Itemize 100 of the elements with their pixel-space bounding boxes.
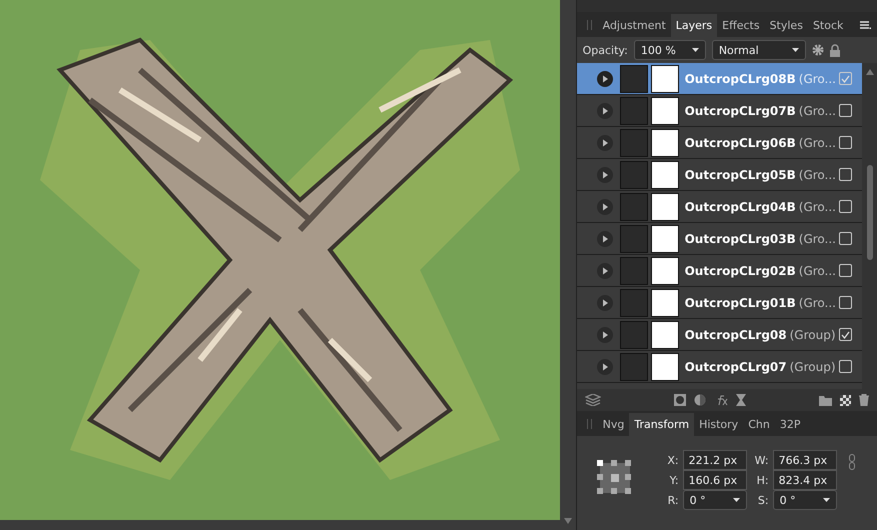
visibility-checkbox[interactable] — [839, 168, 852, 181]
layer-type: (Gro... — [798, 200, 836, 214]
layer-row[interactable]: OutcropCLrg01B (Gro... — [576, 287, 862, 319]
layer-name: OutcropCLrg08 — [684, 328, 787, 342]
layer-row[interactable]: OutcropCLrg04B (Gro... — [576, 191, 862, 223]
layer-type: (Gro... — [798, 72, 836, 86]
scrollbar-thumb[interactable] — [866, 165, 872, 260]
caret-icon — [792, 48, 799, 52]
panel-tab[interactable]: Chn — [743, 413, 775, 436]
layer-type: (Gro... — [798, 104, 836, 118]
expand-icon[interactable] — [596, 358, 613, 374]
visibility-checkbox[interactable] — [839, 104, 852, 117]
trash-icon[interactable] — [859, 394, 870, 406]
link-icon[interactable] — [848, 454, 855, 470]
opacity-label: Opacity: — [582, 44, 628, 56]
caret-icon — [732, 498, 740, 502]
opacity-dropdown[interactable]: 100 % — [634, 40, 706, 60]
transform-field[interactable]: 221.2 px — [682, 450, 747, 470]
layer-row[interactable]: OutcropCLrg07B (Gro... — [576, 95, 862, 127]
expand-icon[interactable] — [596, 134, 613, 150]
panel-tab[interactable]: Nvg — [598, 413, 630, 436]
lock-icon[interactable] — [830, 44, 840, 56]
layer-thumbnail — [620, 128, 648, 156]
field-label: H: — [756, 474, 769, 486]
panel-tab[interactable]: Layers — [670, 14, 718, 37]
menu-icon[interactable] — [860, 21, 871, 30]
panel-tab[interactable]: Stock — [808, 14, 848, 37]
layer-row[interactable]: OutcropCLrg08 (Group) — [576, 319, 862, 351]
layer-name: OutcropCLrg03B — [684, 232, 796, 246]
angle-dropdown[interactable]: 0 ° — [682, 490, 747, 510]
settings-icon[interactable] — [812, 44, 824, 56]
visibility-checkbox[interactable] — [839, 72, 852, 85]
checkerboard-icon[interactable] — [840, 394, 852, 406]
field-label: R: — [668, 494, 679, 506]
field-label: W: — [754, 454, 769, 466]
layer-type: (Group) — [790, 328, 836, 342]
visibility-checkbox[interactable] — [839, 200, 852, 213]
field-label: X: — [667, 454, 679, 466]
visibility-checkbox[interactable] — [839, 232, 852, 245]
layer-name: OutcropCLrg01B — [684, 296, 796, 310]
layer-row[interactable]: OutcropCLrg03B (Gro... — [576, 223, 862, 255]
expand-icon[interactable] — [596, 198, 613, 214]
visibility-checkbox[interactable] — [839, 136, 852, 149]
layer-row[interactable]: OutcropCLrg07 (Group) — [576, 351, 862, 383]
transform-field[interactable]: 766.3 px — [772, 450, 837, 470]
visibility-checkbox[interactable] — [839, 264, 852, 277]
layers-icon[interactable] — [584, 394, 601, 406]
layer-name: OutcropCLrg07 — [684, 360, 787, 374]
caret-icon — [692, 48, 699, 52]
layer-thumbnail — [620, 288, 648, 316]
scroll-down-icon[interactable] — [564, 518, 572, 524]
layer-thumbnail — [620, 224, 648, 252]
expand-icon[interactable] — [596, 262, 613, 278]
layer-thumbnail — [620, 352, 648, 380]
layer-thumbnail — [620, 160, 648, 188]
angle-dropdown[interactable]: 0 ° — [772, 490, 837, 510]
panel-tab[interactable]: 32P — [774, 413, 806, 436]
expand-icon[interactable] — [596, 294, 613, 310]
expand-icon[interactable] — [596, 102, 613, 118]
mask-icon[interactable] — [674, 394, 686, 406]
layer-type: (Gro... — [798, 296, 836, 310]
layer-thumbnail — [620, 96, 648, 124]
layer-name: OutcropCLrg02B — [684, 264, 796, 278]
field-label: Y: — [670, 474, 679, 486]
panel-tab[interactable]: Transform — [629, 413, 694, 436]
adjustment-icon[interactable] — [694, 394, 706, 406]
layer-name: OutcropCLrg07B — [684, 104, 796, 118]
expand-icon[interactable] — [596, 230, 613, 246]
transform-field[interactable]: 823.4 px — [772, 470, 837, 490]
layer-thumbnail — [620, 192, 648, 220]
layer-row[interactable]: OutcropCLrg06B (Gro... — [576, 127, 862, 159]
panel-tab[interactable]: History — [694, 413, 744, 436]
visibility-checkbox[interactable] — [839, 296, 852, 309]
panel-tab[interactable]: Styles — [764, 14, 808, 37]
caret-icon — [822, 498, 830, 502]
layer-name: OutcropCLrg08B — [684, 72, 796, 86]
scroll-up-icon[interactable] — [866, 69, 874, 75]
visibility-checkbox[interactable] — [839, 328, 852, 341]
layer-type: (Gro... — [798, 136, 836, 150]
layer-type: (Gro... — [798, 168, 836, 182]
anchor-grid-icon[interactable] — [596, 460, 633, 496]
panel-tab[interactable]: Adjustment — [598, 14, 671, 37]
layer-name: OutcropCLrg05B — [684, 168, 796, 182]
transform-field[interactable]: 160.6 px — [682, 470, 747, 490]
horizontal-scrollbar[interactable] — [0, 520, 560, 530]
expand-icon[interactable] — [596, 70, 613, 86]
layer-row[interactable]: OutcropCLrg05B (Gro... — [576, 159, 862, 191]
layer-thumbnail — [620, 256, 648, 284]
layer-thumbnail — [620, 64, 648, 92]
expand-icon[interactable] — [596, 326, 613, 342]
layer-thumbnail — [620, 320, 648, 348]
blend-mode-dropdown[interactable]: Normal — [712, 40, 806, 60]
hourglass-icon[interactable] — [736, 394, 746, 406]
panel-tab[interactable]: Effects — [717, 14, 765, 37]
field-label: S: — [758, 494, 769, 506]
folder-icon[interactable] — [819, 394, 832, 406]
layer-row[interactable]: OutcropCLrg02B (Gro... — [576, 255, 862, 287]
layer-type: (Gro... — [798, 264, 836, 278]
expand-icon[interactable] — [596, 166, 613, 182]
visibility-checkbox[interactable] — [839, 360, 852, 373]
